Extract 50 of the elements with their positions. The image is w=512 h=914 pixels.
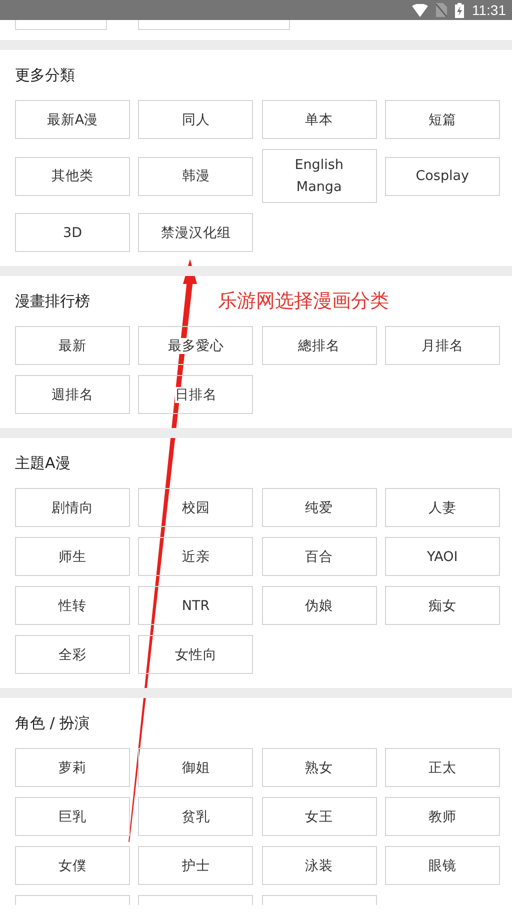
category-button[interactable]: 百合	[262, 537, 377, 576]
category-button[interactable]: 单本	[262, 100, 377, 139]
category-button[interactable]: English Manga	[262, 149, 377, 203]
category-button[interactable]	[138, 895, 254, 905]
category-button[interactable]: 月排名	[384, 326, 500, 365]
annotation-text: 乐游网选择漫画分类	[218, 289, 389, 314]
category-button[interactable]: 教师	[384, 797, 500, 836]
section-title: 角色 / 扮演	[15, 712, 90, 734]
category-button[interactable]: 女僕	[15, 846, 130, 885]
category-button[interactable]: 贫乳	[138, 797, 254, 836]
category-button[interactable]: 剧情向	[15, 488, 130, 527]
category-button[interactable]: 萝莉	[15, 748, 130, 787]
category-button[interactable]: 全彩	[15, 635, 130, 674]
category-button[interactable]: 伪娘	[262, 586, 377, 625]
category-button[interactable]: 禁漫汉化组	[138, 213, 254, 252]
category-button[interactable]: 眼镜	[384, 846, 500, 885]
category-button[interactable]: 人妻	[384, 488, 500, 527]
category-button[interactable]: YAOI	[384, 537, 500, 576]
category-button[interactable]: 护士	[138, 846, 254, 885]
category-button[interactable]: 性转	[15, 586, 130, 625]
section-title: 漫畫排行榜	[15, 290, 90, 312]
category-button[interactable]: 师生	[15, 537, 130, 576]
category-button[interactable]	[15, 20, 107, 30]
category-button[interactable]: 韩漫	[138, 156, 254, 196]
section-title: 主題A漫	[15, 452, 70, 474]
category-button[interactable]: 泳装	[262, 846, 377, 885]
category-button[interactable]: 巨乳	[15, 797, 130, 836]
category-button[interactable]: 同人	[138, 100, 254, 139]
category-button[interactable]: 短篇	[384, 100, 500, 139]
category-button[interactable]	[138, 20, 290, 30]
category-button[interactable]: 3D	[15, 213, 130, 252]
battery-charging-icon	[455, 2, 464, 18]
category-button[interactable]: 女王	[262, 797, 377, 836]
category-button[interactable]: 御姐	[138, 748, 254, 787]
category-button[interactable]: 總排名	[262, 326, 377, 365]
category-button[interactable]: 週排名	[15, 375, 130, 414]
category-button[interactable]	[262, 895, 377, 905]
category-button[interactable]	[15, 895, 130, 905]
category-button[interactable]: Cosplay	[384, 156, 500, 196]
section-title: 更多分類	[15, 64, 75, 86]
category-button[interactable]: 纯爱	[262, 488, 377, 527]
category-button[interactable]: 正太	[384, 748, 500, 787]
category-button[interactable]: 最新A漫	[15, 100, 130, 139]
category-button[interactable]: 最新	[15, 326, 130, 365]
category-button[interactable]: 痴女	[384, 586, 500, 625]
category-button[interactable]: 其他类	[15, 156, 130, 196]
status-time: 11:31	[472, 2, 506, 18]
wifi-icon	[412, 4, 428, 16]
category-button[interactable]: 熟女	[262, 748, 377, 787]
no-sim-icon	[436, 3, 447, 17]
